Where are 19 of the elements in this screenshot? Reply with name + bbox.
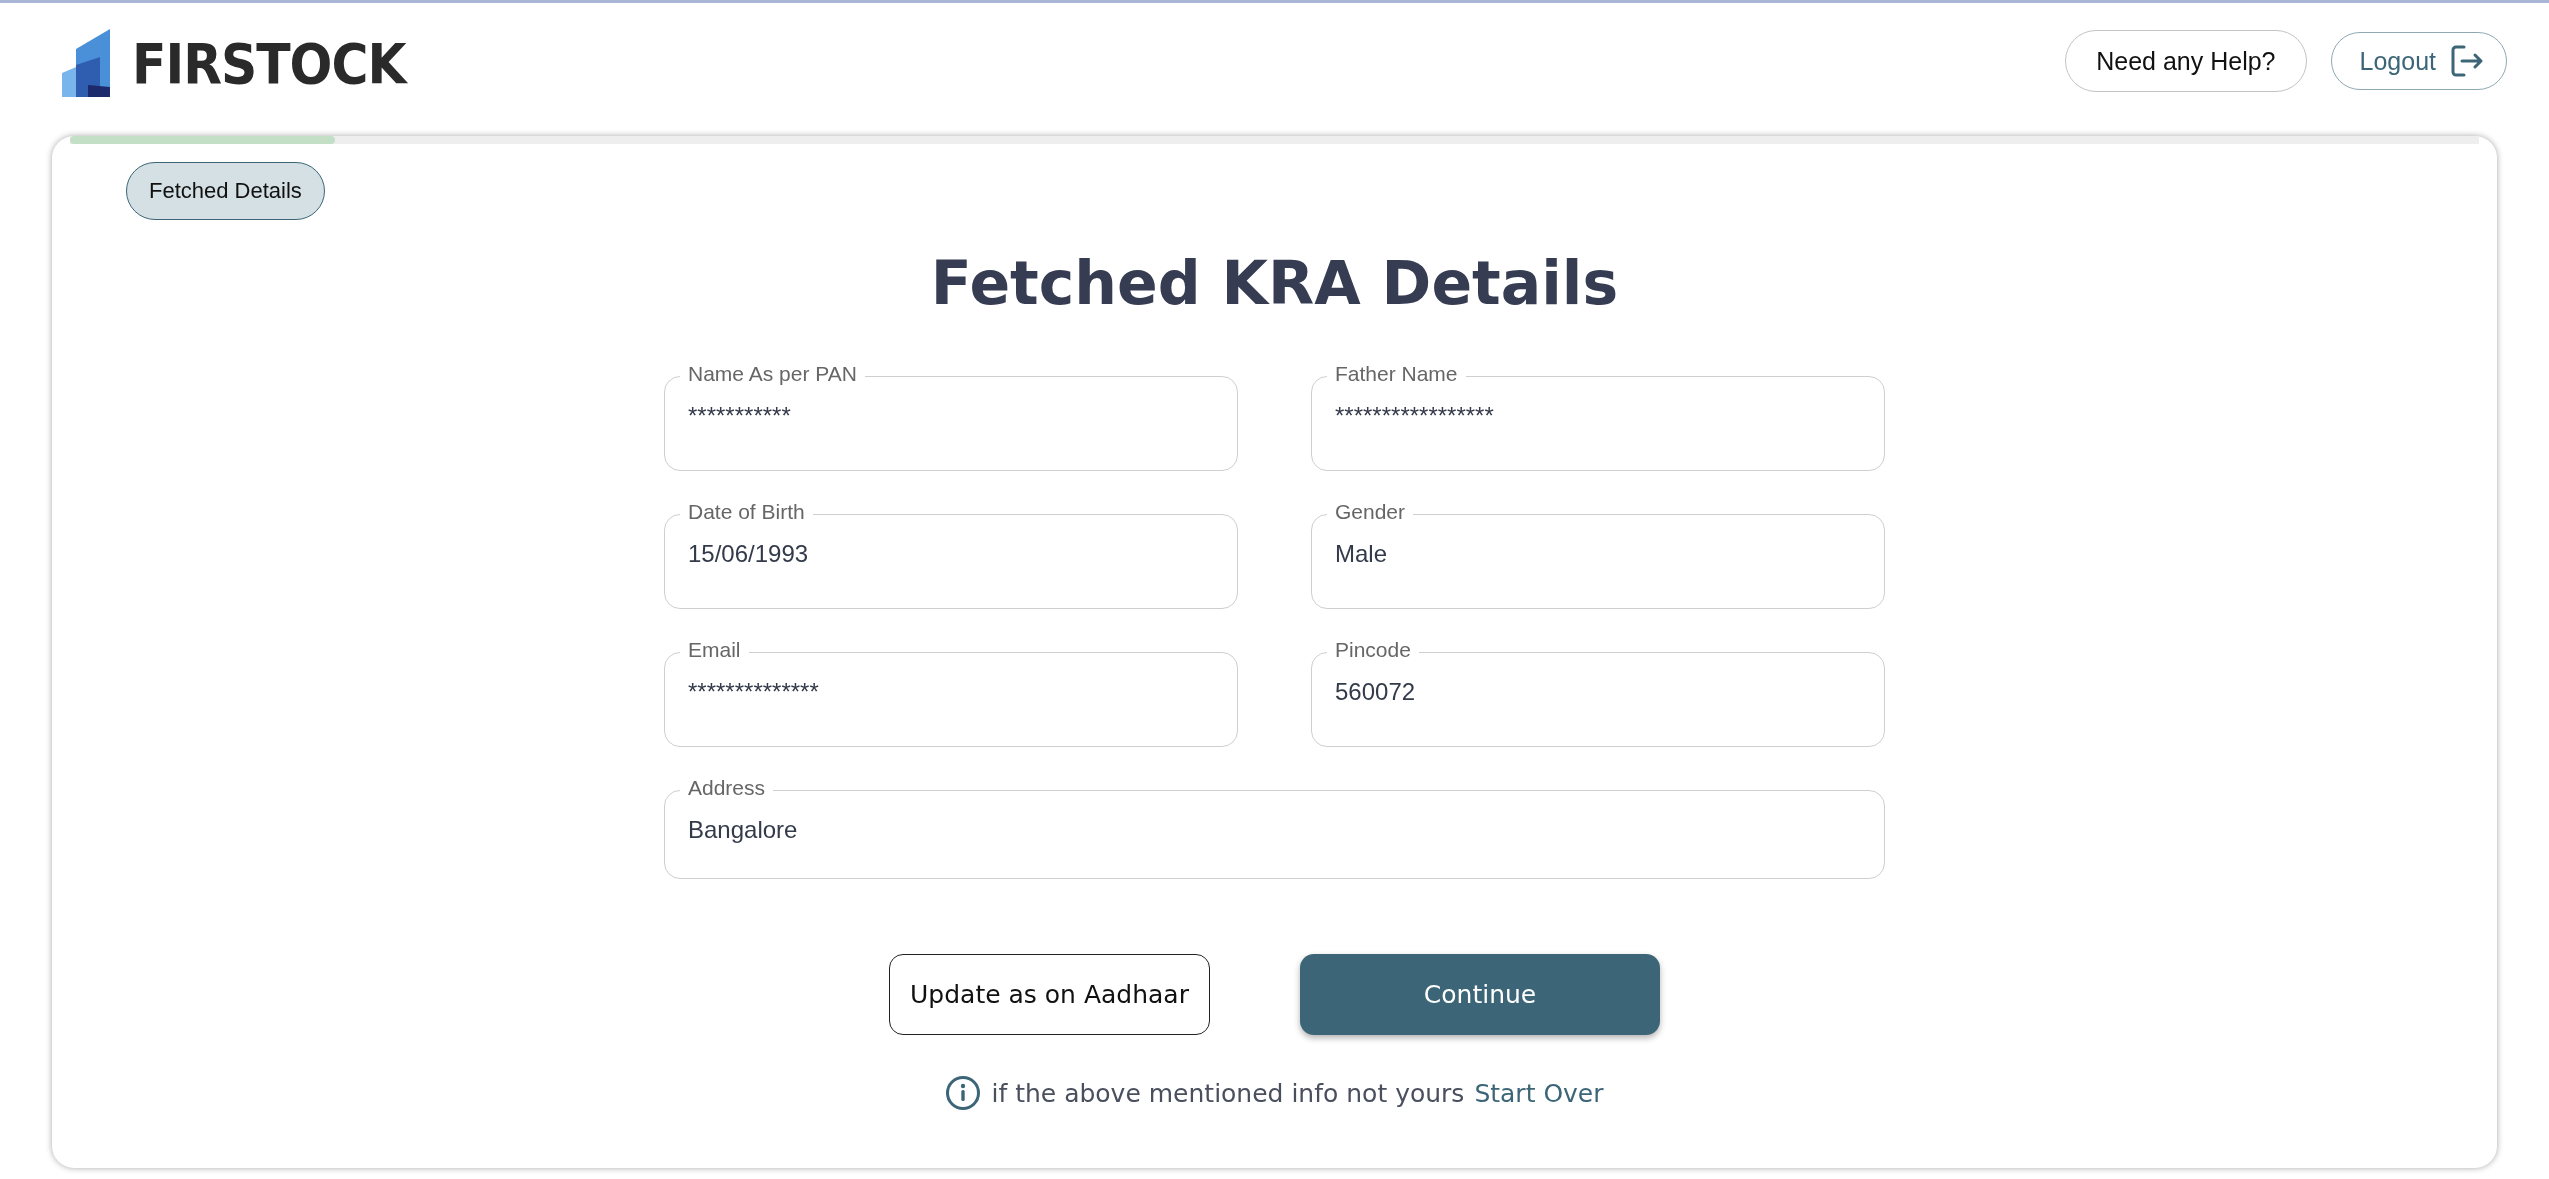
help-button[interactable]: Need any Help? (2065, 30, 2307, 92)
start-over-link[interactable]: Start Over (1474, 1078, 1604, 1108)
logout-button[interactable]: Logout (2330, 32, 2507, 90)
info-text: if the above mentioned info not yours (991, 1078, 1465, 1108)
logout-icon (2450, 44, 2484, 78)
continue-button[interactable]: Continue (1300, 954, 1660, 1035)
page-title: Fetched KRA Details (929, 248, 1620, 318)
field-value: 15/06/1993 (688, 540, 809, 567)
field-value: *********** (688, 402, 791, 429)
field-value: ************** (688, 678, 819, 705)
field-value: ***************** (1335, 402, 1494, 429)
update-button[interactable]: Update as on Aadhaar (889, 954, 1210, 1035)
field-value: Male (1335, 540, 1388, 567)
logo-text: FIRSTOCK (132, 30, 406, 96)
field-value: 560072 (1335, 678, 1416, 705)
info-icon (945, 1075, 982, 1111)
field-value: Bangalore (688, 816, 798, 843)
step-chip: Fetched Details (126, 162, 325, 220)
logo-icon (62, 29, 112, 97)
